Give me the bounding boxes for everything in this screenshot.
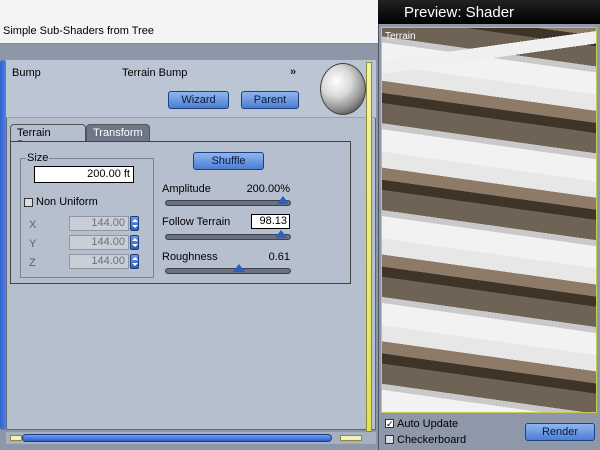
- non-uniform-checkbox[interactable]: [24, 198, 33, 207]
- roughness-slider[interactable]: [165, 268, 291, 274]
- axis-y-label: Y: [29, 238, 37, 250]
- amplitude-slider-thumb[interactable]: [277, 196, 289, 204]
- render-button[interactable]: Render: [525, 423, 595, 441]
- size-input[interactable]: 200.00 ft: [34, 166, 134, 183]
- horizontal-scroll-thumb[interactable]: [22, 434, 332, 442]
- parent-button[interactable]: Parent: [241, 91, 299, 109]
- scroll-left-cap[interactable]: [10, 435, 22, 441]
- preview-image-label: Terrain: [385, 31, 416, 42]
- roughness-value: 0.61: [268, 251, 290, 263]
- auto-update-label: Auto Update: [397, 418, 459, 430]
- shader-preview-image: [381, 27, 597, 413]
- tree-header-title: Simple Sub-Shaders from Tree: [3, 25, 155, 37]
- wizard-button[interactable]: Wizard: [168, 91, 229, 109]
- roughness-slider-thumb[interactable]: [233, 264, 246, 272]
- double-chevron-down-icon[interactable]: »: [290, 66, 296, 78]
- axis-x-label: X: [29, 219, 37, 231]
- scroll-right-cap[interactable]: [340, 435, 362, 441]
- axis-y-field[interactable]: 144.00: [69, 235, 129, 250]
- size-group-label: Size: [26, 152, 50, 164]
- follow-terrain-input[interactable]: 98.13: [251, 214, 290, 229]
- tree-header: [0, 0, 378, 44]
- non-uniform-label: Non Uniform: [36, 196, 98, 208]
- tab-terrain-bump[interactable]: Terrain Bump: [10, 124, 86, 151]
- stepper-arrows-icon[interactable]: [130, 235, 139, 250]
- bump-label: Bump: [12, 67, 41, 79]
- follow-terrain-slider[interactable]: [165, 234, 291, 240]
- sphere-preview-icon: [320, 63, 366, 115]
- preview-title: Preview: Shader: [404, 4, 515, 21]
- axis-z-label: Z: [29, 257, 36, 269]
- amplitude-slider[interactable]: [165, 200, 291, 206]
- shader-name-label: Terrain Bump: [122, 67, 188, 79]
- follow-terrain-label: Follow Terrain: [162, 216, 231, 228]
- axis-x-field[interactable]: 144.00: [69, 216, 129, 231]
- amplitude-value: 200.00%: [246, 183, 290, 195]
- follow-terrain-slider-thumb[interactable]: [274, 230, 287, 238]
- stepper-arrows-icon[interactable]: [130, 216, 139, 231]
- axis-z-field[interactable]: 144.00: [69, 254, 129, 269]
- roughness-label: Roughness: [162, 251, 218, 263]
- shuffle-button[interactable]: Shuffle: [193, 152, 264, 170]
- tab-transform[interactable]: Transform: [86, 124, 150, 142]
- auto-update-checkbox[interactable]: ✓: [385, 419, 394, 429]
- checkerboard-label: Checkerboard: [397, 434, 467, 446]
- checkerboard-checkbox[interactable]: [385, 435, 394, 444]
- vertical-scrollbar-right[interactable]: [366, 62, 372, 432]
- stepper-arrows-icon[interactable]: [130, 254, 139, 269]
- amplitude-label: Amplitude: [162, 183, 211, 195]
